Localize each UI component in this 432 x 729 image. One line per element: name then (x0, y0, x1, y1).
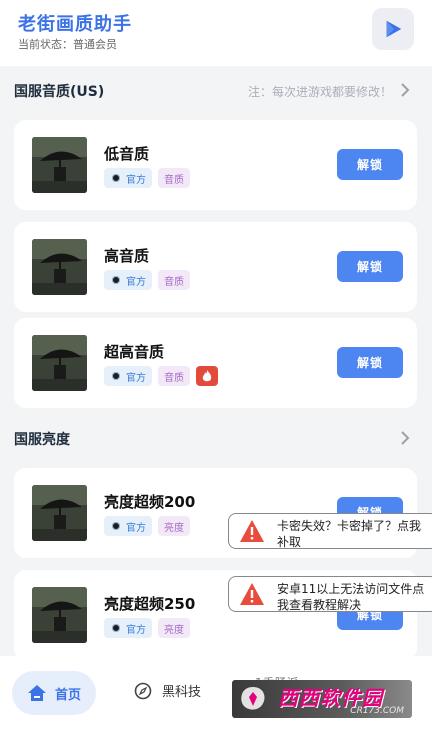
card-title: 超高音质 (104, 343, 165, 361)
card-title: 高音质 (104, 247, 150, 265)
brightness-tag: 亮度 (158, 516, 190, 536)
unlock-button[interactable]: 解锁 (337, 149, 403, 180)
nav-home[interactable]: 首页 (12, 671, 96, 715)
tag-row: 官方 亮度 (104, 618, 190, 638)
avatar-icon (110, 622, 122, 634)
umbrella-thumbnail (32, 587, 87, 643)
android-help-toast[interactable]: 安卓11以上无法访问文件点我查看教程解决 (228, 576, 432, 612)
chevron-right-icon (401, 431, 410, 445)
umbrella-thumbnail (32, 239, 87, 295)
chevron-right-icon (401, 83, 410, 97)
toast-text: 卡密失效？卡密掉了？点我补取 (277, 519, 422, 549)
official-tag: 官方 (104, 516, 152, 536)
audio-tag: 音质 (158, 168, 190, 188)
card-key-toast[interactable]: 卡密失效？卡密掉了？点我补取 (228, 513, 432, 549)
unlock-button[interactable]: 解锁 (337, 347, 403, 378)
avatar-icon (110, 172, 122, 184)
watermark-domain: CR173.COM (350, 706, 404, 716)
official-tag: 官方 (104, 366, 152, 386)
avatar-icon (110, 274, 122, 286)
home-icon (27, 685, 46, 701)
section-title: 国服亮度 (14, 432, 70, 448)
app-title: 老街画质助手 (18, 14, 132, 35)
brightness-tag: 亮度 (158, 618, 190, 638)
official-tag: 官方 (104, 618, 152, 638)
section-note: 注：每次进游戏都要修改！ (247, 85, 392, 99)
nav-home-label: 首页 (54, 687, 81, 703)
card-high-audio: 高音质 官方 音质 解锁 (14, 222, 417, 312)
umbrella-thumbnail (32, 335, 87, 391)
tag-row: 官方 音质 (104, 168, 190, 188)
audio-tag: 音质 (158, 270, 190, 290)
avatar-icon (110, 370, 122, 382)
fire-icon (196, 366, 218, 386)
tag-row: 官方 音质 (104, 366, 218, 386)
audio-tag: 音质 (158, 366, 190, 386)
tag-row: 官方 亮度 (104, 516, 190, 536)
avatar-icon (110, 520, 122, 532)
card-low-audio: 低音质 官方 音质 解锁 (14, 120, 417, 210)
play-button[interactable] (372, 8, 414, 50)
card-title: 亮度超频250 (104, 595, 196, 613)
section-title: 国服音质(US) (14, 84, 105, 100)
card-title: 低音质 (104, 145, 150, 163)
section-audio-header[interactable]: 国服音质(US) 注：每次进游戏都要修改！ (0, 76, 432, 106)
play-icon (386, 20, 402, 38)
tag-row: 官方 音质 (104, 270, 190, 290)
nav-tech-label: 黑科技 (162, 685, 202, 700)
official-tag: 官方 (104, 168, 152, 188)
membership-status: 当前状态：普通会员 (18, 38, 117, 51)
unlock-button[interactable]: 解锁 (337, 251, 403, 282)
section-brightness-header[interactable]: 国服亮度 (0, 424, 432, 454)
umbrella-thumbnail (32, 485, 87, 541)
compass-icon (134, 682, 152, 699)
app-header: 老街画质助手 当前状态：普通会员 (0, 0, 432, 66)
card-ultra-audio: 超高音质 官方 音质 解锁 (14, 318, 417, 408)
bottom-nav: 首页 黑科技 1香肠派 西西软件园 CR173.COM (0, 656, 432, 729)
site-watermark: 西西软件园 CR173.COM (232, 680, 412, 718)
toast-text: 安卓11以上无法访问文件点我查看教程解决 (277, 582, 425, 612)
card-title: 亮度超频200 (104, 493, 196, 511)
nav-tech[interactable]: 黑科技 (134, 681, 201, 700)
umbrella-thumbnail (32, 137, 87, 193)
official-tag: 官方 (104, 270, 152, 290)
warning-icon (240, 520, 264, 542)
warning-icon (240, 583, 264, 605)
watermark-logo (241, 687, 265, 710)
